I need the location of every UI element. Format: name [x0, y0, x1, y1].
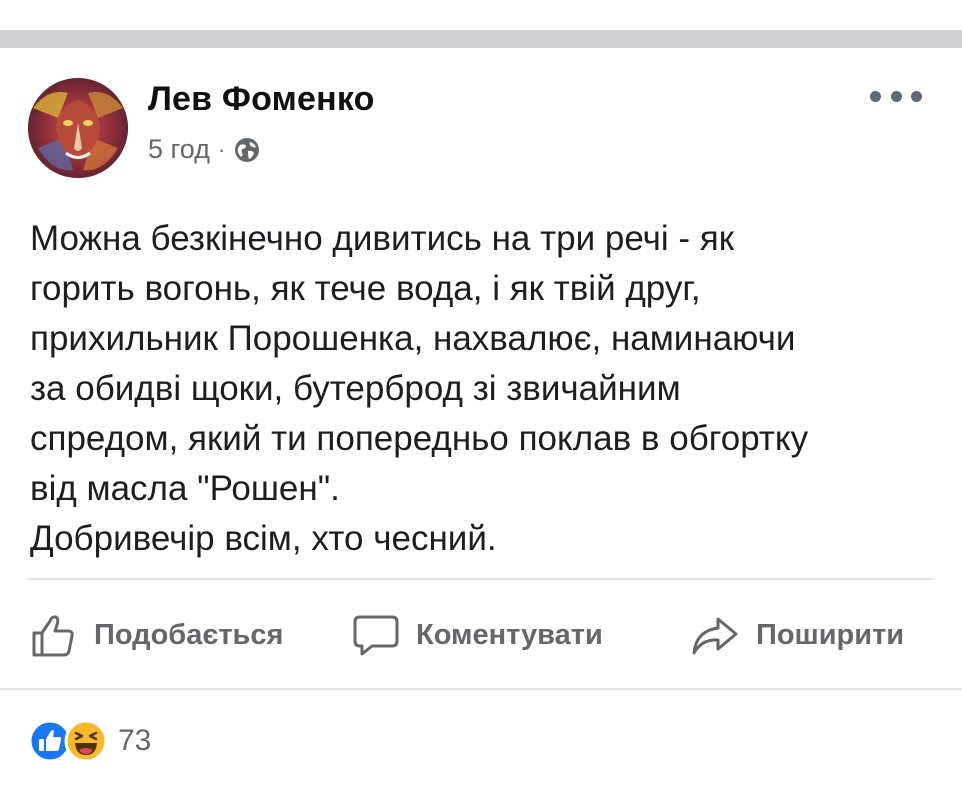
post-text-line: спредом, який ти попередньо поклав в обг… — [30, 419, 809, 458]
post-text-line: від масла "Рошен". — [30, 469, 340, 508]
post-time[interactable]: 5 год — [148, 134, 210, 165]
post-text-line: Можна безкінечно дивитись на три речі - … — [30, 219, 735, 258]
share-button[interactable]: Поширити — [690, 600, 904, 670]
thumbs-up-icon — [32, 615, 74, 657]
share-arrow-icon — [692, 617, 738, 655]
post-text-line: прихильник Порошенка, нахвалює, наминаюч… — [30, 319, 796, 358]
lion-avatar-icon — [28, 78, 128, 178]
avatar[interactable] — [28, 78, 128, 178]
post-text-line: за обидві щоки, бутерброд зі звичайним — [30, 369, 681, 408]
share-label: Поширити — [756, 618, 905, 651]
post-meta: 5 год · — [148, 134, 261, 165]
more-options-button[interactable] — [870, 84, 922, 108]
like-button[interactable]: Подобається — [30, 600, 283, 670]
more-dot — [890, 90, 902, 102]
post-text-line: Добривечір всім, хто чесний. — [30, 519, 497, 558]
like-label: Подобається — [94, 618, 284, 651]
author-name[interactable]: Лев Фоменко — [148, 80, 375, 119]
divider — [0, 688, 962, 690]
more-dot — [870, 90, 881, 102]
haha-icon — [64, 719, 108, 763]
reaction-count: 73 — [118, 724, 152, 757]
globe-icon — [235, 137, 260, 162]
divider — [28, 578, 934, 580]
comment-bubble-icon — [353, 615, 399, 656]
action-bar: Подобається Коментувати Поширити — [0, 600, 962, 670]
comment-button[interactable]: Коментувати — [352, 600, 603, 670]
reactions-summary[interactable]: 73 — [28, 717, 151, 765]
top-spacer — [0, 0, 962, 30]
post-text-line: горить вогонь, як тече вода, і як твій д… — [30, 269, 701, 308]
more-dot — [911, 90, 922, 102]
meta-separator: · — [217, 136, 226, 162]
comment-label: Коментувати — [416, 618, 603, 651]
feed-separator — [0, 30, 962, 48]
post-text: Можна безкінечно дивитись на три речі - … — [30, 214, 940, 564]
